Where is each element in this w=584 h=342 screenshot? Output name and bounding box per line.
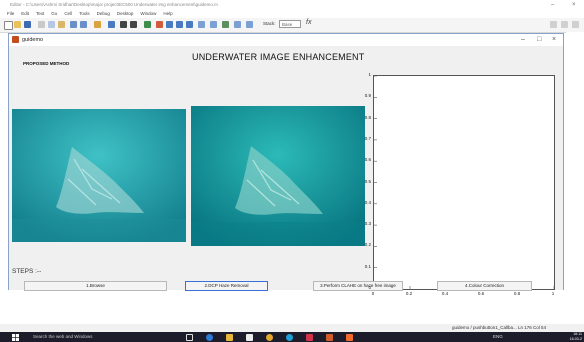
menu-desktop[interactable]: Desktop <box>117 11 134 16</box>
x-tick-label: 0.4 <box>441 291 449 296</box>
breakpoint-icon[interactable] <box>156 21 163 28</box>
profiler-icon[interactable] <box>222 21 229 28</box>
menu-text[interactable]: Text <box>36 11 44 16</box>
editor-close-button[interactable]: × <box>572 0 576 10</box>
system-tray-language[interactable]: ENG <box>493 332 503 342</box>
original-image <box>12 109 186 242</box>
undock-icon[interactable] <box>572 21 579 28</box>
run-icon[interactable] <box>144 21 151 28</box>
y-tick-label: 1 <box>368 72 371 77</box>
y-tick-label: 0.6 <box>364 157 371 163</box>
steps-label: STEPS :-- <box>12 268 42 275</box>
step-icon[interactable] <box>166 21 173 28</box>
redo-icon[interactable] <box>80 21 87 28</box>
open-folder-icon[interactable] <box>14 21 21 28</box>
x-tick-label: 0.6 <box>477 291 485 296</box>
menu-tools[interactable]: Tools <box>79 11 90 16</box>
browse-button[interactable]: 1.Browse <box>24 281 167 291</box>
windows-start-icon[interactable] <box>12 334 19 341</box>
editor-title: Editor - C:\Users\Ashmi Sridhar\Desktop\… <box>10 2 218 7</box>
file-explorer-icon[interactable] <box>226 334 233 341</box>
stack-dropdown[interactable]: Base <box>279 20 301 28</box>
forward-arrow-icon[interactable] <box>130 21 137 28</box>
back-arrow-icon[interactable] <box>120 21 127 28</box>
dcp-haze-removal-button[interactable]: 2.DCP Haze Removal <box>185 281 268 291</box>
page-title: UNDERWATER IMAGE ENHANCEMENT <box>192 52 365 62</box>
method-label: PROPOSED METHOD <box>23 61 70 66</box>
y-tick-label: 0.8 <box>364 114 371 120</box>
step-in-icon[interactable] <box>176 21 183 28</box>
matlab-figure-taskbar-icon[interactable] <box>346 334 353 341</box>
y-tick-label: 0 <box>368 285 371 290</box>
gui-minimize-button[interactable]: – <box>521 34 525 45</box>
y-tick-label: 0.2 <box>364 242 371 248</box>
histogram-axes <box>373 75 555 290</box>
editor-side-panel <box>566 32 584 324</box>
dock-layout-icon[interactable] <box>550 21 557 28</box>
undo-icon[interactable] <box>70 21 77 28</box>
copy-icon[interactable] <box>48 21 55 28</box>
editor-menubar: File Edit Text Go Cell Tools Debug Desktop Windo… <box>0 10 584 18</box>
skype-icon[interactable] <box>286 334 293 341</box>
menu-help[interactable]: Help <box>163 11 172 16</box>
y-tick-label: 0.5 <box>364 178 371 184</box>
cell-icon[interactable] <box>234 21 241 28</box>
layout-icon[interactable] <box>246 21 253 28</box>
menu-go[interactable]: Go <box>51 11 57 16</box>
editor-toolbar: Stack: Base fx <box>0 18 584 33</box>
store-icon[interactable] <box>246 334 253 341</box>
continue-icon[interactable] <box>198 21 205 28</box>
matlab-figure-icon <box>12 36 19 43</box>
menu-window[interactable]: Window <box>140 11 156 16</box>
print-icon[interactable] <box>94 21 101 28</box>
save-icon[interactable] <box>24 21 31 28</box>
task-view-icon[interactable] <box>186 334 193 341</box>
status-text: guidemo / pushbutton1_Callba... Ln 176 C… <box>452 325 547 330</box>
x-tick-label: 0.8 <box>513 291 521 296</box>
taskbar-search[interactable]: Search the web and Windows <box>33 332 93 342</box>
exit-debug-icon[interactable] <box>210 21 217 28</box>
x-tick-label: 1 <box>551 291 555 296</box>
menu-file[interactable]: File <box>7 11 14 16</box>
function-icon[interactable]: fx <box>306 19 311 26</box>
taskbar-clock[interactable]: 16:11 16-03-2 <box>568 332 582 342</box>
matlab-icon[interactable] <box>326 334 333 341</box>
step-out-icon[interactable] <box>186 21 193 28</box>
clock-date: 16-03-2 <box>569 337 582 341</box>
editor-status-bar: guidemo / pushbutton1_Callba... Ln 176 C… <box>0 324 584 332</box>
menu-cell[interactable]: Cell <box>64 11 72 16</box>
windows-taskbar: Search the web and Windows ENG 16:11 16-… <box>0 332 584 342</box>
y-tick-label: 0.9 <box>364 93 371 99</box>
clahe-button[interactable]: 3.Perform CLAHE on haze free image <box>313 281 403 291</box>
chrome-icon[interactable] <box>266 334 273 341</box>
edge-browser-icon[interactable] <box>206 334 213 341</box>
x-tick-label: 0 <box>371 291 375 296</box>
colour-correction-button[interactable]: 4.Colour Correction <box>437 281 532 291</box>
new-file-icon[interactable] <box>4 21 13 30</box>
dehazed-image <box>191 106 365 246</box>
gui-window-title: guidemo <box>22 37 44 43</box>
gui-maximize-button[interactable]: □ <box>537 34 541 45</box>
editor-title-bar: Editor - C:\Users\Ashmi Sridhar\Desktop\… <box>0 0 584 10</box>
guidemo-window: guidemo – □ × PROPOSED METHOD UNDERWATER… <box>8 33 564 296</box>
menu-edit[interactable]: Edit <box>21 11 29 16</box>
x-tick-label: 0.2 <box>405 291 413 296</box>
split-layout-icon[interactable] <box>561 21 568 28</box>
y-tick-label: 0.7 <box>364 135 371 141</box>
y-tick-label: 0.3 <box>364 221 371 227</box>
y-tick-label: 0.1 <box>364 263 371 269</box>
gui-content: PROPOSED METHOD UNDERWATER IMAGE ENHANCE… <box>9 46 563 296</box>
y-tick-label: 0.4 <box>364 199 371 205</box>
paste-icon[interactable] <box>58 21 65 28</box>
app-icon[interactable] <box>306 334 313 341</box>
editor-minimize-button[interactable]: – <box>551 0 554 10</box>
gui-close-button[interactable]: × <box>552 34 556 45</box>
menu-debug[interactable]: Debug <box>97 11 110 16</box>
cut-icon[interactable] <box>38 21 45 28</box>
stack-label: Stack: <box>263 21 276 26</box>
find-icon[interactable] <box>108 21 115 28</box>
